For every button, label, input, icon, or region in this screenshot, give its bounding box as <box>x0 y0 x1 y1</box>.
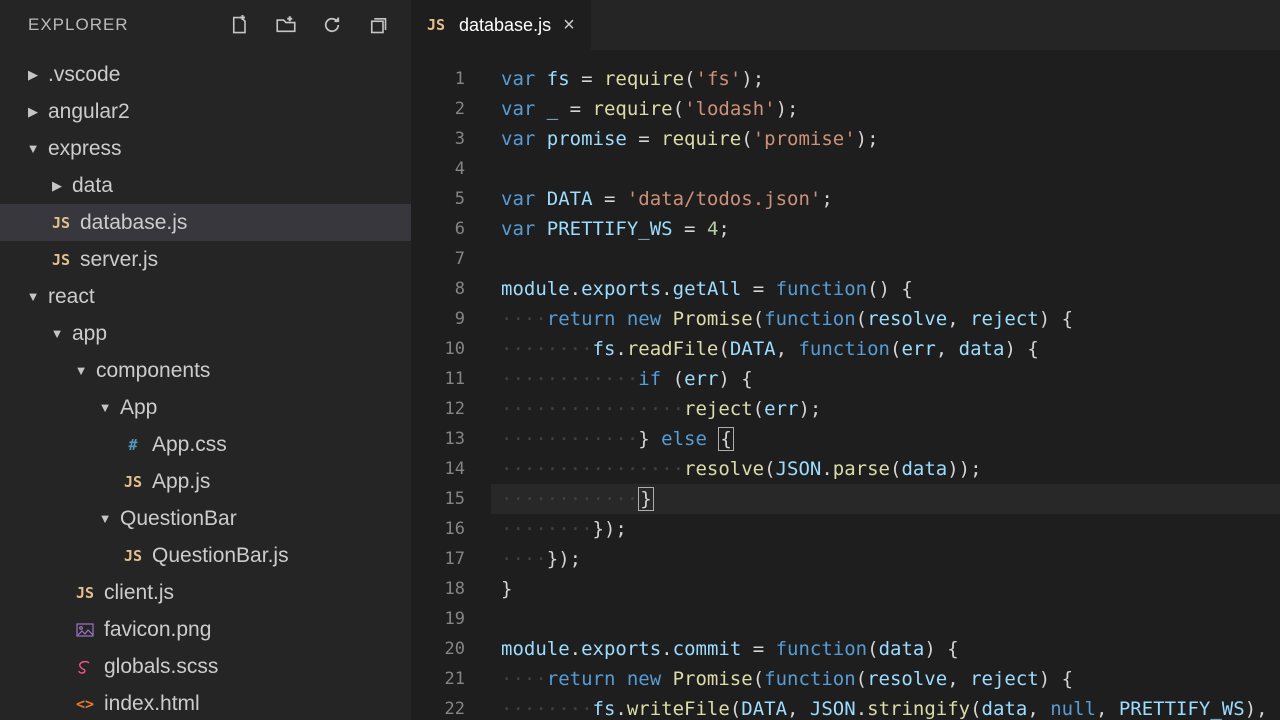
tree-file[interactable]: globals.scss <box>0 648 411 685</box>
code-line: ····return new Promise(function(resolve,… <box>501 304 1280 334</box>
js-icon: JS <box>122 547 144 565</box>
js-icon: JS <box>50 214 72 232</box>
tree-label: favicon.png <box>104 618 211 642</box>
tree-folder[interactable]: ▼ QuestionBar <box>0 500 411 537</box>
chevron-icon: ▼ <box>74 363 88 378</box>
tree-folder[interactable]: ▶ .vscode <box>0 56 411 93</box>
css-hash-icon: # <box>122 436 144 454</box>
tree-label: App.css <box>152 433 227 457</box>
explorer-actions <box>229 14 389 36</box>
code-area[interactable]: 12345678910111213141516171819202122 var … <box>411 50 1280 720</box>
tree-label: data <box>72 174 113 198</box>
chevron-icon: ▼ <box>98 400 112 415</box>
tree-label: app <box>72 322 107 346</box>
tree-file[interactable]: JS QuestionBar.js <box>0 537 411 574</box>
tab-label: database.js <box>459 15 551 36</box>
new-file-icon[interactable] <box>229 14 251 36</box>
code-line: var DATA = 'data/todos.json'; <box>501 184 1280 214</box>
tree-file[interactable]: # App.css <box>0 426 411 463</box>
tree-label: server.js <box>80 248 158 272</box>
tree-file[interactable]: <> index.html <box>0 685 411 720</box>
explorer-title: EXPLORER <box>28 15 129 35</box>
code-line: ········fs.readFile(DATA, function(err, … <box>501 334 1280 364</box>
js-icon: JS <box>74 584 96 602</box>
code-line: } <box>501 574 1280 604</box>
tree-folder[interactable]: ▼ express <box>0 130 411 167</box>
tree-label: client.js <box>104 581 174 605</box>
chevron-icon: ▼ <box>26 141 40 156</box>
chevron-icon: ▼ <box>26 289 40 304</box>
tree-file[interactable]: JS client.js <box>0 574 411 611</box>
code-line: ············} <box>491 484 1280 514</box>
explorer-header: EXPLORER <box>0 0 411 50</box>
tree-label: App <box>120 396 157 420</box>
chevron-icon: ▼ <box>98 511 112 526</box>
tree-folder[interactable]: ▶ data <box>0 167 411 204</box>
tree-label: express <box>48 137 122 161</box>
tree-label: components <box>96 359 210 383</box>
tree-file[interactable]: JS database.js <box>0 204 411 241</box>
close-icon[interactable]: × <box>561 14 577 37</box>
tree-label: database.js <box>80 211 187 235</box>
tree-label: QuestionBar.js <box>152 544 289 568</box>
tree-label: index.html <box>104 692 200 716</box>
tree-file[interactable]: favicon.png <box>0 611 411 648</box>
code-line: ········fs.writeFile(DATA, JSON.stringif… <box>501 694 1280 720</box>
code-content[interactable]: var fs = require('fs');var _ = require('… <box>491 50 1280 720</box>
img-icon <box>74 623 96 637</box>
js-icon: JS <box>50 251 72 269</box>
tree-folder[interactable]: ▼ components <box>0 352 411 389</box>
tab-database-js[interactable]: JS database.js × <box>411 0 591 50</box>
code-line: module.exports.getAll = function() { <box>501 274 1280 304</box>
chevron-icon: ▶ <box>26 67 40 83</box>
tree-folder[interactable]: ▼ react <box>0 278 411 315</box>
chevron-icon: ▶ <box>50 178 64 194</box>
scss-icon <box>74 659 96 675</box>
collapse-all-icon[interactable] <box>367 14 389 36</box>
tree-label: .vscode <box>48 63 120 87</box>
tree-label: react <box>48 285 95 309</box>
tree-file[interactable]: JS App.js <box>0 463 411 500</box>
tree-label: globals.scss <box>104 655 218 679</box>
tree-label: QuestionBar <box>120 507 237 531</box>
editor-pane: JS database.js × 12345678910111213141516… <box>411 0 1280 720</box>
code-line: module.exports.commit = function(data) { <box>501 634 1280 664</box>
code-line: ····return new Promise(function(resolve,… <box>501 664 1280 694</box>
chevron-icon: ▼ <box>50 326 64 341</box>
tree-file[interactable]: JS server.js <box>0 241 411 278</box>
js-icon: JS <box>425 16 447 34</box>
explorer-sidebar: EXPLORER ▶.vscode▶angular2▼express▶dataJ… <box>0 0 411 720</box>
tree-label: App.js <box>152 470 210 494</box>
new-folder-icon[interactable] <box>275 14 297 36</box>
code-line: var PRETTIFY_WS = 4; <box>501 214 1280 244</box>
code-line: var fs = require('fs'); <box>501 64 1280 94</box>
code-line <box>501 154 1280 184</box>
editor-tabbar: JS database.js × <box>411 0 1280 50</box>
chevron-icon: ▶ <box>26 104 40 120</box>
html-icon: <> <box>74 695 96 713</box>
tree-folder[interactable]: ▶ angular2 <box>0 93 411 130</box>
code-line: var _ = require('lodash'); <box>501 94 1280 124</box>
tree-folder[interactable]: ▼ app <box>0 315 411 352</box>
code-line: ············} else { <box>501 424 1280 454</box>
code-line: ················reject(err); <box>501 394 1280 424</box>
tree-folder[interactable]: ▼ App <box>0 389 411 426</box>
line-gutter: 12345678910111213141516171819202122 <box>411 50 491 720</box>
refresh-icon[interactable] <box>321 14 343 36</box>
code-line: ············if (err) { <box>501 364 1280 394</box>
code-line: ················resolve(JSON.parse(data)… <box>501 454 1280 484</box>
file-tree[interactable]: ▶.vscode▶angular2▼express▶dataJSdatabase… <box>0 50 411 720</box>
tree-label: angular2 <box>48 100 130 124</box>
code-line: ········}); <box>501 514 1280 544</box>
code-line <box>501 244 1280 274</box>
code-line: ····}); <box>501 544 1280 574</box>
code-line: var promise = require('promise'); <box>501 124 1280 154</box>
code-line <box>501 604 1280 634</box>
js-icon: JS <box>122 473 144 491</box>
